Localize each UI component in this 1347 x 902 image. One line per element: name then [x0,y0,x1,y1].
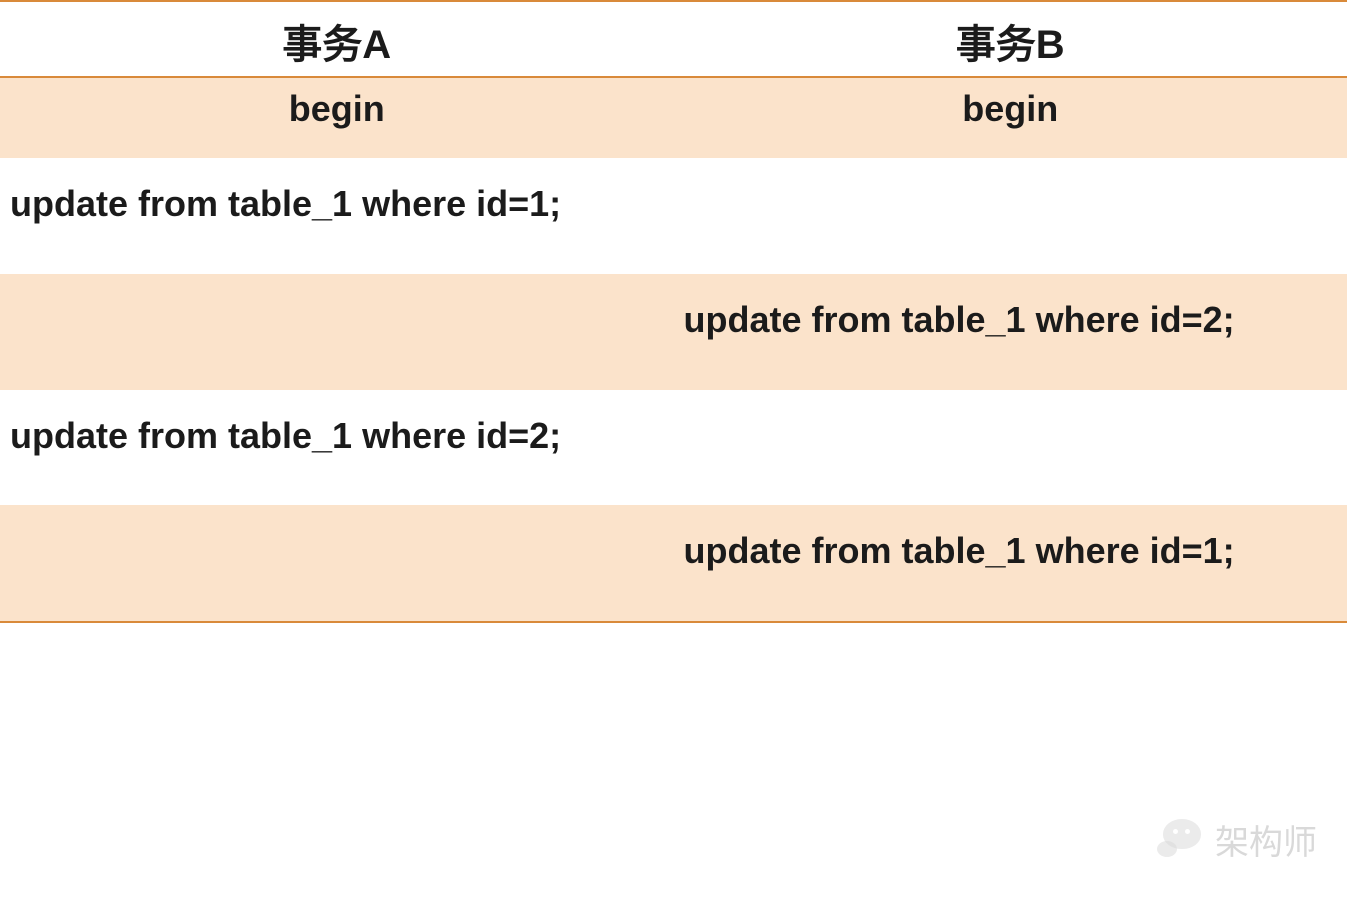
cell-b-step3 [674,390,1347,506]
cell-b-step2: update from table_1 where id=2; [674,274,1347,390]
cell-b-step4: update from table_1 where id=1; [674,505,1347,622]
table-row: begin begin [0,77,1347,158]
table-header-row: 事务A 事务B [0,1,1347,77]
transaction-table: 事务A 事务B begin begin update from table_1 … [0,0,1347,623]
watermark: 架构师 [1157,815,1317,864]
cell-b-step1 [674,158,1347,274]
cell-b-begin: begin [674,77,1347,158]
table-row: update from table_1 where id=2; [0,390,1347,506]
col-header-b: 事务B [674,1,1347,77]
watermark-label: 架构师 [1215,815,1317,864]
cell-a-begin: begin [0,77,674,158]
table-row: update from table_1 where id=1; [0,158,1347,274]
table-row: update from table_1 where id=2; [0,274,1347,390]
col-header-a: 事务A [0,1,674,77]
table-row: update from table_1 where id=1; [0,505,1347,622]
cell-a-step1: update from table_1 where id=1; [0,158,674,274]
cell-a-step2 [0,274,674,390]
cell-a-step4 [0,505,674,622]
wechat-icon [1157,819,1205,861]
cell-a-step3: update from table_1 where id=2; [0,390,674,506]
